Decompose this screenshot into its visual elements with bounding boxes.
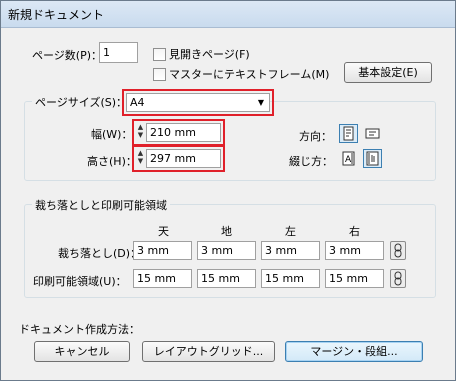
portrait-icon[interactable]	[339, 124, 358, 143]
slug-label: 印刷可能領域(U)：	[33, 275, 127, 288]
page-size-label: ページサイズ(S)：	[32, 94, 131, 110]
height-input[interactable]: 297 mm	[146, 149, 221, 168]
master-text-frame-label: マスターにテキストフレーム(M)	[169, 68, 330, 81]
slug-top-input[interactable]: 15 mm	[133, 269, 192, 288]
spread-checkbox[interactable]	[153, 48, 166, 61]
page-size-value: A4	[130, 96, 145, 109]
column-bottom: 地	[221, 225, 232, 238]
spread-label: 見開きページ(F)	[169, 48, 250, 61]
page-size-select[interactable]: A4 ▼	[126, 93, 270, 112]
dialog-title: 新規ドキュメント	[8, 8, 105, 22]
width-input[interactable]: 210 mm	[146, 123, 221, 142]
spin-up-icon[interactable]: ▲	[136, 123, 145, 131]
chain-link-icon[interactable]	[390, 269, 406, 288]
orientation-label: 方向：	[299, 130, 332, 143]
height-label: 高さ(H)：	[87, 155, 137, 168]
binding-left-icon[interactable]: A	[339, 149, 358, 168]
basic-settings-button[interactable]: 基本設定(E)	[344, 62, 432, 83]
width-stepper[interactable]: ▲ ▼	[136, 123, 145, 142]
height-stepper[interactable]: ▲ ▼	[136, 149, 145, 168]
landscape-icon[interactable]	[363, 124, 382, 143]
binding-label: 綴じ方：	[289, 155, 333, 168]
column-right: 右	[349, 225, 360, 238]
column-top: 天	[158, 225, 169, 238]
title-bar: 新規ドキュメント	[1, 1, 455, 28]
column-left: 左	[285, 225, 296, 238]
cancel-button[interactable]: キャンセル	[34, 341, 130, 362]
bleed-right-input[interactable]: 3 mm	[325, 241, 384, 260]
margins-columns-button[interactable]: マージン・段組...	[285, 341, 423, 362]
spin-down-icon[interactable]: ▼	[136, 157, 145, 165]
bleed-left-input[interactable]: 3 mm	[261, 241, 320, 260]
new-document-dialog: 新規ドキュメント ページ数(P)： 1 見開きページ(F) マスターにテキストフ…	[0, 0, 456, 381]
bleed-slug-legend: 裁ち落としと印刷可能領域	[32, 197, 170, 213]
chain-link-icon[interactable]	[390, 241, 406, 260]
width-label: 幅(W)：	[91, 128, 133, 141]
slug-right-input[interactable]: 15 mm	[325, 269, 384, 288]
bleed-top-input[interactable]: 3 mm	[133, 241, 192, 260]
slug-bottom-input[interactable]: 15 mm	[197, 269, 256, 288]
create-method-label: ドキュメント作成方法：	[19, 323, 140, 336]
slug-left-input[interactable]: 15 mm	[261, 269, 320, 288]
pages-label: ページ数(P)：	[32, 49, 102, 62]
bleed-label: 裁ち落とし(D)：	[58, 247, 142, 260]
pages-input[interactable]: 1	[99, 42, 138, 63]
svg-text:A: A	[345, 155, 352, 165]
spin-down-icon[interactable]: ▼	[136, 131, 145, 139]
binding-right-icon[interactable]	[363, 149, 382, 168]
bleed-bottom-input[interactable]: 3 mm	[197, 241, 256, 260]
spin-up-icon[interactable]: ▲	[136, 149, 145, 157]
chevron-down-icon: ▼	[257, 98, 264, 107]
master-text-frame-checkbox[interactable]	[153, 68, 166, 81]
layout-grid-button[interactable]: レイアウトグリッド...	[142, 341, 275, 362]
